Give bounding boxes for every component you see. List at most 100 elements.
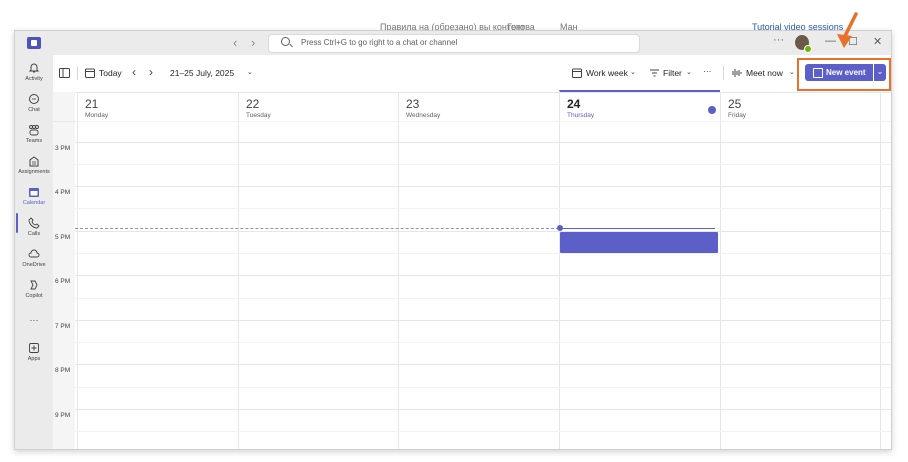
time-label: 4 PM [55,189,71,196]
column-divider [398,92,399,449]
day-number: 21 [85,97,99,111]
time-label: 7 PM [55,323,71,330]
rail-item-calendar[interactable]: Calendar [15,186,53,206]
forward-arrow-icon[interactable]: › [251,35,255,50]
time-label: 3 PM [55,145,71,152]
rail-item-more[interactable]: ··· [15,313,53,325]
rail-item-chat[interactable]: Chat [15,93,53,113]
search-icon [281,37,290,46]
row-divider [75,253,891,254]
chevron-down-icon[interactable]: ⌄ [686,68,692,76]
chevron-down-icon[interactable]: ⌄ [789,68,795,76]
back-arrow-icon[interactable]: ‹ [233,35,237,50]
status-badge [804,45,812,53]
today-button[interactable]: Today [99,68,122,78]
day-weekday: Thursday [567,112,595,119]
cloud-icon [28,249,40,258]
annotation-arrow-icon [837,12,858,48]
rail-label: Calendar [22,200,46,206]
time-label: 5 PM [55,234,71,241]
row-divider [75,231,891,232]
teams-logo-icon [27,37,41,49]
chevron-down-icon[interactable]: ⌄ [630,68,636,76]
teams-icon [29,125,39,136]
day-header[interactable]: 21 Monday [77,92,238,121]
background-text: Tutorial video sessions [752,22,844,30]
row-divider [75,142,891,143]
teams-window: ‹ › Press Ctrl+G to go right to a chat o… [14,30,892,450]
search-placeholder: Press Ctrl+G to go right to a chat or ch… [301,38,458,47]
background-text: Ман [560,22,578,30]
divider [77,66,78,80]
day-weekday: Tuesday [246,112,271,119]
day-header[interactable]: 22 Tuesday [238,92,399,121]
day-header[interactable]: 23 Wednesday [398,92,559,121]
chevron-down-icon[interactable]: ⌄ [247,68,253,76]
meet-now-button[interactable]: Meet now [746,68,783,78]
rail-label: Chat [28,107,40,113]
more-options-icon[interactable]: ··· [703,66,712,76]
rail-item-assignments[interactable]: Assignments [15,155,53,175]
sidebar-toggle-icon[interactable] [59,68,70,78]
today-calendar-icon [85,68,95,78]
day-weekday: Friday [728,112,747,119]
time-label: 8 PM [55,367,71,374]
column-divider [880,92,881,449]
current-time-dot [557,225,563,231]
row-divider [75,431,891,432]
selected-time-slot[interactable] [560,232,718,253]
next-week-icon[interactable]: › [149,65,153,79]
rail-item-activity[interactable]: Activity [15,62,53,82]
rail-label: Activity [25,76,43,82]
rail-item-apps[interactable]: Apps [15,342,53,362]
rail-item-teams[interactable]: Teams [15,124,53,144]
time-label: 9 PM [55,412,71,419]
calendar-main: Today ‹ › 21–25 July, 2025 ⌄ Work week ⌄… [53,55,891,449]
background-text: Правила на (обрезано) вы контент [380,22,525,30]
phone-icon [28,217,40,229]
background-text: Готова [507,22,535,30]
row-divider [75,298,891,299]
rail-item-onedrive[interactable]: OneDrive [15,248,53,268]
calendar-grid: 21 Monday 22 Tuesday 23 Wednesday 24 Thu… [53,90,891,449]
more-options-icon[interactable]: ··· [773,34,784,46]
view-selector[interactable]: Work week [586,68,628,78]
row-divider [75,208,891,209]
column-divider [77,92,78,449]
column-divider [238,92,239,449]
rail-label: Apps [27,356,41,362]
meet-now-icon [732,69,742,77]
day-weekday: Monday [85,112,109,119]
today-pin-icon [708,106,716,114]
rail-item-copilot[interactable]: Copilot [15,279,53,299]
copilot-icon [30,280,38,290]
row-divider [75,275,891,276]
day-number: 22 [246,97,260,111]
date-range[interactable]: 21–25 July, 2025 [170,68,234,78]
current-time-line-today [560,228,715,229]
highlight-box [797,58,891,91]
column-divider [720,92,721,449]
filter-button[interactable]: Filter [663,68,682,78]
day-header-today[interactable]: 24 Thursday [559,90,720,121]
row-divider [75,164,891,165]
rail-label: Copilot [25,293,43,299]
row-divider [75,342,891,343]
row-divider [75,387,891,388]
search-input[interactable]: Press Ctrl+G to go right to a chat or ch… [268,34,640,53]
background-strip: Правила на (обрезано) вы контент Готова … [0,0,908,30]
column-divider [559,92,560,449]
time-label: 6 PM [55,278,71,285]
view-calendar-icon [572,68,582,78]
row-divider [75,364,891,365]
day-number: 23 [406,97,420,111]
day-header[interactable]: 25 Friday [720,92,881,121]
rail-item-calls[interactable]: Calls [15,217,53,237]
app-rail: Activity Chat Teams Assignments Calendar… [15,55,53,449]
row-divider [75,121,891,122]
row-divider [75,186,891,187]
current-time-line [75,228,559,229]
previous-week-icon[interactable]: ‹ [132,65,136,79]
row-divider [75,320,891,321]
close-button[interactable]: ✕ [873,35,882,48]
